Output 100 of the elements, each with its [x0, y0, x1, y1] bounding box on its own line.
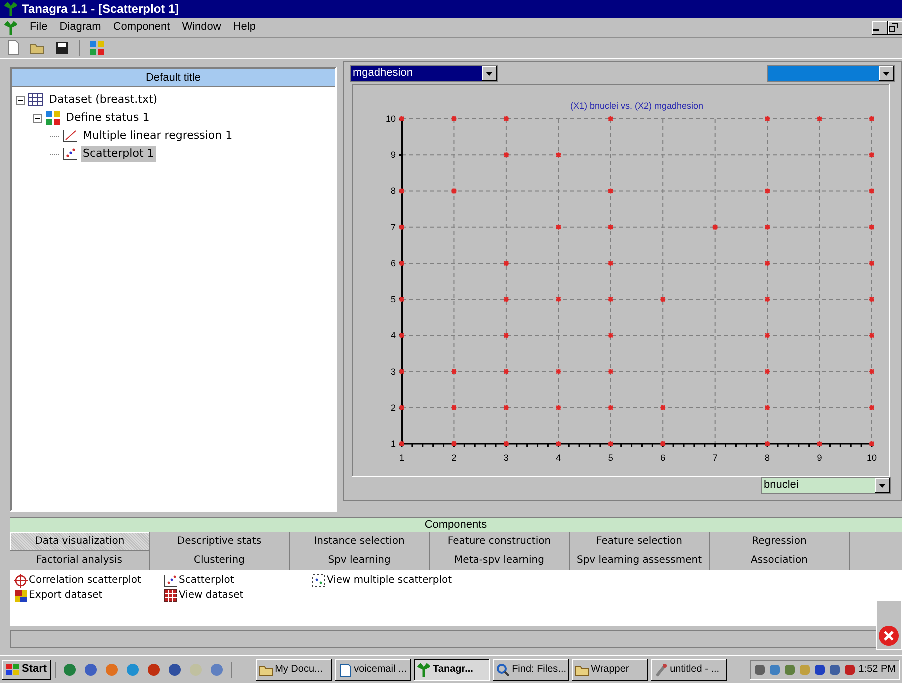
document-icon — [338, 662, 352, 676]
dropdown-arrow-button[interactable] — [482, 66, 497, 81]
minimize-icon — [873, 29, 879, 31]
menu-item[interactable]: Help — [233, 19, 256, 36]
expander[interactable] — [16, 96, 25, 104]
data-point — [608, 332, 614, 339]
magnifier-icon — [496, 662, 510, 676]
taskbar-button[interactable]: Find: Files... — [493, 658, 570, 680]
caret-icon — [879, 484, 886, 488]
color-dropdown[interactable] — [767, 65, 895, 82]
data-point — [816, 440, 823, 448]
component-tab[interactable]: Feature selection — [570, 532, 710, 551]
data-point — [555, 368, 562, 375]
tick-label: 3 — [390, 366, 396, 377]
tool-item[interactable]: Correlation scatterplot — [29, 573, 142, 588]
tick-label: 5 — [390, 294, 396, 305]
tray-icon — [784, 664, 796, 676]
data-point — [398, 224, 406, 231]
data-point — [608, 296, 614, 303]
data-point — [868, 260, 876, 267]
tree-item[interactable]: Define status 1 — [64, 110, 152, 126]
window-title: Tanagra 1.1 - [Scatterplot 1] — [22, 1, 180, 18]
restore-button[interactable] — [888, 20, 902, 34]
data-point — [503, 440, 510, 448]
menu-item[interactable]: Diagram — [60, 19, 102, 36]
data-point — [764, 188, 771, 194]
taskbar-button[interactable]: My Docu... — [256, 658, 332, 680]
tick-label: 8 — [390, 186, 396, 196]
component-tab[interactable]: Regression — [710, 532, 850, 551]
tick-label: 1 — [390, 439, 396, 449]
data-point — [503, 116, 510, 122]
data-point — [764, 296, 771, 303]
chart-title: (X1) bnuclei vs. (X2) mgadhesion — [570, 101, 704, 111]
menu-item[interactable]: File — [30, 19, 48, 36]
data-point — [660, 404, 666, 412]
brush-icon — [654, 662, 668, 676]
tray-icon — [814, 664, 826, 676]
data-point — [660, 296, 666, 303]
data-point — [555, 224, 562, 231]
caret-icon — [486, 72, 493, 76]
tick-label: 2 — [452, 453, 457, 463]
clock: 1:52 PM — [858, 663, 896, 677]
data-point — [868, 224, 876, 231]
palm-tree-icon — [4, 2, 18, 16]
tool-item[interactable]: View dataset — [179, 588, 244, 603]
tool-item[interactable]: Export dataset — [29, 588, 103, 603]
data-point — [764, 368, 771, 375]
data-point — [398, 260, 406, 267]
data-point — [608, 260, 614, 267]
tray-icon — [798, 664, 811, 676]
menu-item[interactable]: Window — [182, 19, 222, 36]
start-button[interactable]: Start — [2, 660, 52, 680]
data-point — [764, 116, 771, 122]
caret-icon — [883, 72, 890, 76]
squares-icon — [45, 110, 61, 126]
data-point — [503, 404, 510, 412]
line-chart-icon — [62, 128, 78, 144]
export-icon — [14, 588, 28, 602]
data-point — [398, 368, 406, 375]
tree-item[interactable]: Scatterplot 1 — [81, 146, 156, 162]
data-point — [555, 440, 562, 448]
component-tab[interactable]: Data visualization — [10, 532, 150, 551]
taskbar-button[interactable]: Wrapper — [572, 658, 648, 680]
data-point — [868, 296, 876, 303]
data-point — [398, 188, 406, 194]
data-point — [503, 260, 510, 267]
menu-item[interactable]: Component — [113, 19, 170, 36]
app-icon — [188, 662, 204, 678]
dropdown-arrow-button[interactable] — [879, 66, 894, 81]
data-point — [555, 404, 562, 412]
component-tab[interactable]: Descriptive stats — [150, 532, 290, 551]
y-attribute-dropdown[interactable]: mgadhesion — [350, 65, 498, 82]
data-point — [712, 224, 719, 231]
document-icon — [6, 40, 22, 56]
data-point — [398, 116, 406, 122]
minimize-button[interactable] — [872, 20, 888, 34]
window-logo-icon — [6, 664, 20, 676]
tool-item[interactable]: View multiple scatterplot — [327, 573, 452, 588]
tree-item[interactable]: Dataset (breast.txt) — [47, 92, 160, 108]
data-point — [398, 440, 406, 448]
tree-item[interactable]: Multiple linear regression 1 — [81, 128, 235, 144]
tick-label: 7 — [390, 222, 396, 232]
app-icon — [62, 662, 78, 678]
expander[interactable] — [33, 114, 42, 122]
data-point — [608, 404, 614, 412]
x-attribute-dropdown[interactable]: bnuclei — [761, 477, 891, 494]
data-point — [555, 296, 562, 303]
dropdown-value: mgadhesion — [351, 66, 482, 81]
tool-item[interactable]: Scatterplot — [179, 573, 234, 588]
data-point — [608, 440, 614, 448]
data-point — [503, 368, 510, 375]
dropdown-arrow-button[interactable] — [875, 478, 890, 493]
data-point — [451, 440, 458, 448]
taskbar-button[interactable]: Tanagr... — [414, 658, 490, 680]
tick-label: 8 — [765, 453, 770, 463]
taskbar-button[interactable]: voicemail ... — [335, 658, 412, 680]
data-point — [868, 116, 876, 122]
taskbar-button[interactable]: untitled - ... — [651, 658, 728, 680]
component-tab[interactable]: Feature construction — [430, 532, 570, 551]
component-tab[interactable]: Instance selection — [290, 532, 430, 551]
